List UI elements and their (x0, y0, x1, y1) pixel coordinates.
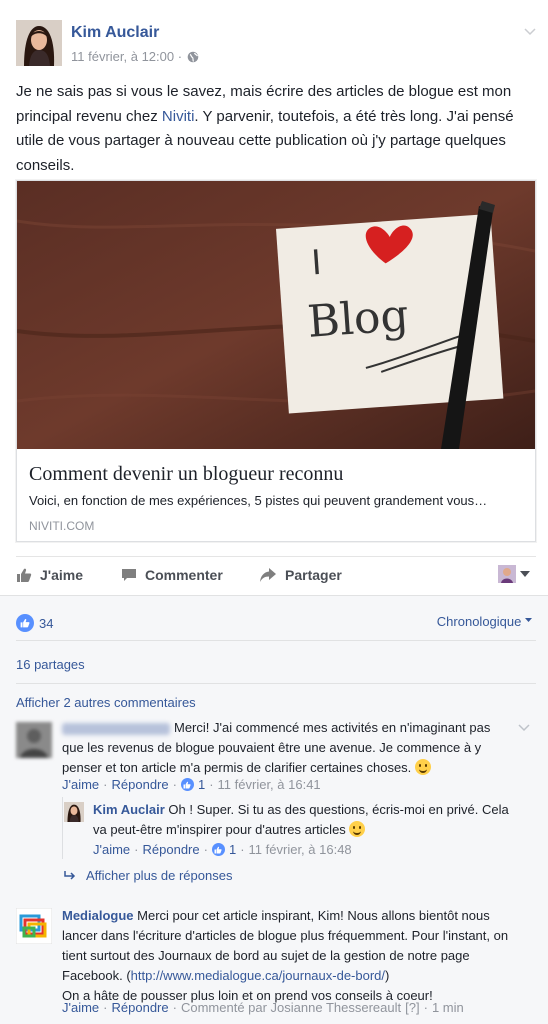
reply-author-name[interactable]: Kim Auclair (93, 802, 165, 817)
medialogue-link[interactable]: http://www.medialogue.ca/journaux-de-bor… (131, 968, 385, 983)
post-meta: 11 février, à 12:00 · (71, 49, 199, 64)
comment-actions: J'aime · Répondre · 1 · 11 février, à 16:41 (62, 777, 321, 792)
dot-separator: · (172, 777, 177, 792)
author-name[interactable]: Kim Auclair (71, 24, 159, 42)
link-preview-card[interactable]: I Blog Comment devenir un blogueur recon… (16, 180, 536, 542)
like-button[interactable]: J'aime (16, 567, 83, 583)
comment-like-count[interactable]: 1 (198, 777, 205, 792)
commenter-avatar[interactable] (16, 722, 52, 758)
commented-by: Commenté par Josianne Thessereault (180, 1000, 402, 1015)
reply-like-count[interactable]: 1 (229, 842, 236, 857)
divider (16, 640, 536, 641)
link-preview-description: Voici, en fonction de mes expériences, 5… (29, 493, 488, 508)
comment-like-link[interactable]: J'aime (62, 777, 99, 792)
dot-separator: · (423, 1000, 428, 1015)
share-label: Partager (285, 567, 342, 583)
comment-order-dropdown[interactable]: Chronologique (437, 614, 532, 629)
post-timestamp[interactable]: 11 février, à 12:00 · (71, 49, 182, 64)
svg-text:Blog: Blog (306, 290, 410, 348)
commenter-name[interactable]: Medialogue (62, 908, 134, 923)
dot-separator: · (134, 842, 139, 857)
dot-separator: · (240, 842, 245, 857)
comment-button[interactable]: Commenter (121, 567, 223, 583)
medialogue-avatar[interactable] (15, 907, 53, 945)
post-options-chevron-icon[interactable] (524, 28, 536, 36)
like-label: J'aime (40, 567, 84, 583)
reactions-summary[interactable]: 34 (16, 614, 53, 632)
dot-separator: · (103, 777, 108, 792)
link-preview-image[interactable]: I Blog (17, 181, 535, 449)
post-header: Kim Auclair 11 février, à 12:00 · (16, 20, 536, 68)
order-label: Chronologique (436, 614, 522, 629)
show-more-replies-link[interactable]: Afficher plus de réponses (64, 868, 232, 883)
comment-label: Commenter (145, 567, 223, 583)
chevron-down-icon (520, 571, 530, 577)
reply-author-avatar[interactable] (64, 802, 84, 822)
globe-icon (187, 51, 199, 62)
comment-time[interactable]: 11 février, à 16:41 (218, 777, 321, 792)
dot-separator: · (103, 1000, 108, 1015)
niviti-link[interactable]: Niviti (162, 108, 195, 125)
share-button[interactable]: Partager (259, 567, 342, 583)
reply-comment: Kim Auclair Oh ! Super. Si tu as des que… (93, 800, 523, 840)
reply-arrow-icon (64, 870, 76, 880)
reply-like-link[interactable]: J'aime (93, 842, 130, 857)
link-preview-title[interactable]: Comment devenir un blogueur reconnu (29, 463, 343, 486)
view-more-comments-link[interactable]: Afficher 2 autres commentaires (16, 695, 196, 710)
comment-time[interactable]: 1 min (432, 1000, 464, 1015)
likes-count: 34 (39, 615, 54, 631)
link-preview-domain: NIVITI.COM (29, 519, 95, 533)
divider (16, 683, 536, 684)
caret-down-icon (525, 618, 532, 622)
reply-time[interactable]: 11 février, à 16:48 (249, 842, 352, 857)
thumbs-up-icon (17, 568, 32, 582)
smiley-emoji-icon (414, 759, 431, 775)
comment-actions: J'aime · Répondre · Commenté par Josianne … (62, 1000, 464, 1015)
comment-reply-link[interactable]: Répondre (112, 1000, 169, 1015)
post-action-bar: J'aime Commenter Partager (16, 556, 536, 596)
shares-count[interactable]: 16 partages (16, 657, 85, 672)
comment-icon (122, 569, 136, 581)
comment: Merci! J'ai commencé mes activités en n'… (62, 718, 512, 778)
post-as-selector[interactable] (498, 565, 530, 583)
like-reaction-icon (16, 614, 34, 632)
post-text: Je ne sais pas si vous le savez, mais éc… (16, 80, 534, 178)
comment-reply-link[interactable]: Répondre (112, 777, 169, 792)
dot-separator: · (209, 777, 214, 792)
comment-like-link[interactable]: J'aime (62, 1000, 99, 1015)
show-replies-label: Afficher plus de réponses (86, 868, 233, 883)
page-avatar (498, 565, 516, 583)
info-marker[interactable]: [?] (405, 1000, 419, 1015)
reply-reply-link[interactable]: Répondre (143, 842, 200, 857)
comments-section: 34 Chronologique 16 partages Afficher 2 … (0, 595, 548, 1024)
comment-options-chevron-icon[interactable] (518, 724, 530, 732)
dot-separator: · (172, 1000, 177, 1015)
like-reaction-icon (211, 843, 225, 856)
smiley-emoji-icon (349, 821, 366, 837)
dot-separator: · (203, 842, 208, 857)
like-reaction-icon (180, 778, 194, 791)
author-avatar[interactable] (16, 20, 62, 66)
reply-thread-line (62, 797, 63, 859)
comment: Medialogue Merci pour cet article inspir… (62, 906, 518, 1006)
comment-text: ) (385, 968, 390, 983)
blurred-commenter-name[interactable] (62, 722, 170, 735)
reply-actions: J'aime · Répondre · 1 · 11 février, à 16:48 (93, 842, 352, 857)
share-arrow-icon (260, 568, 276, 582)
